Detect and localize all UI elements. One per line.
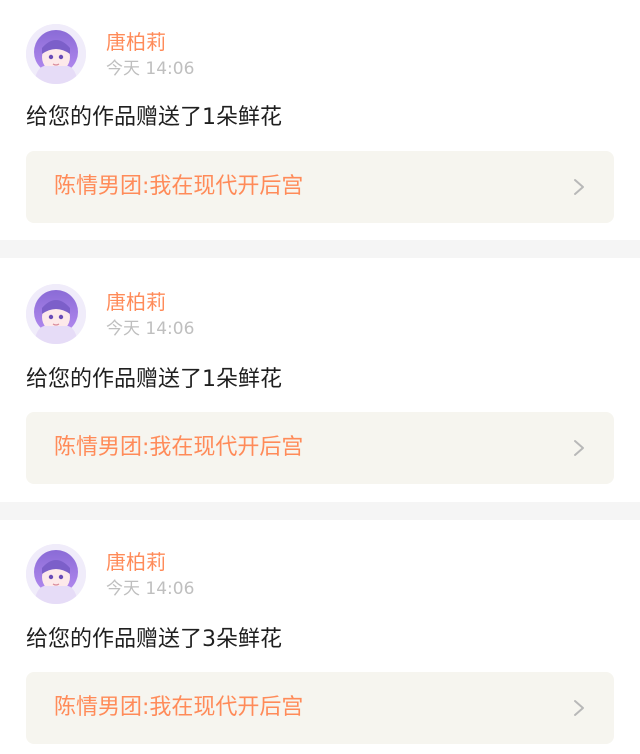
chevron-right-icon (570, 439, 588, 457)
avatar-illustration (26, 24, 86, 84)
username[interactable]: 唐柏莉 (106, 549, 194, 575)
timestamp: 今天 14:06 (106, 579, 195, 599)
gift-notification-card: 唐柏莉 今天 14:06 给您的作品赠送了1朵鲜花 陈情男团:我在现代开后宫 (0, 0, 640, 240)
user-avatar[interactable] (26, 24, 86, 84)
gift-notification-card: 唐柏莉 今天 14:06 给您的作品赠送了3朵鲜花 陈情男团:我在现代开后宫 (0, 520, 640, 754)
work-title: 陈情男团:我在现代开后宫 (54, 435, 304, 460)
notification-feed: 唐柏莉 今天 14:06 给您的作品赠送了1朵鲜花 陈情男团:我在现代开后宫 唐… (0, 0, 640, 754)
gift-message: 给您的作品赠送了1朵鲜花 (26, 105, 282, 130)
gift-message: 给您的作品赠送了1朵鲜花 (26, 367, 282, 392)
notification-meta: 唐柏莉 今天 14:06 (106, 289, 194, 339)
notification-header: 唐柏莉 今天 14:06 (26, 282, 194, 346)
avatar-illustration (26, 544, 86, 604)
user-avatar[interactable] (26, 284, 86, 344)
chevron-right-icon (570, 178, 588, 196)
notification-header: 唐柏莉 今天 14:06 (26, 22, 194, 86)
work-title: 陈情男团:我在现代开后宫 (54, 174, 304, 199)
notification-header: 唐柏莉 今天 14:06 (26, 542, 194, 606)
timestamp: 今天 14:06 (106, 319, 195, 339)
work-link[interactable]: 陈情男团:我在现代开后宫 (26, 672, 614, 744)
section-divider (0, 240, 640, 258)
section-divider (0, 502, 640, 520)
work-title: 陈情男团:我在现代开后宫 (54, 695, 304, 720)
timestamp: 今天 14:06 (106, 59, 195, 79)
work-link[interactable]: 陈情男团:我在现代开后宫 (26, 151, 614, 223)
user-avatar[interactable] (26, 544, 86, 604)
gift-message: 给您的作品赠送了3朵鲜花 (26, 627, 282, 652)
username[interactable]: 唐柏莉 (106, 289, 194, 315)
work-link[interactable]: 陈情男团:我在现代开后宫 (26, 412, 614, 484)
chevron-right-icon (570, 699, 588, 717)
username[interactable]: 唐柏莉 (106, 29, 194, 55)
notification-meta: 唐柏莉 今天 14:06 (106, 29, 194, 79)
avatar-illustration (26, 284, 86, 344)
notification-meta: 唐柏莉 今天 14:06 (106, 549, 194, 599)
gift-notification-card: 唐柏莉 今天 14:06 给您的作品赠送了1朵鲜花 陈情男团:我在现代开后宫 (0, 258, 640, 502)
